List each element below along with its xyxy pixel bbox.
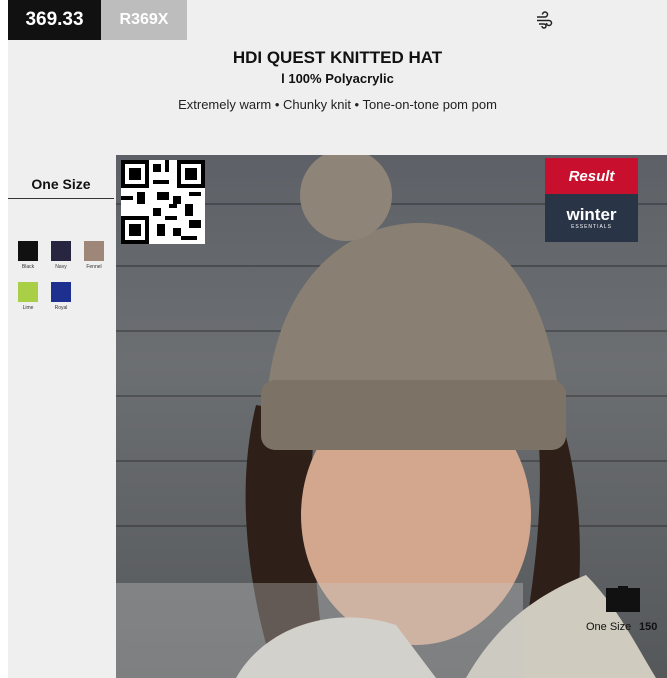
colour-label-fennel: Fennel (86, 264, 102, 270)
winter-logo-subtitle: ESSENTIALS (571, 224, 612, 230)
result-brand-logo: Result (545, 158, 638, 194)
colour-swatch-black (18, 241, 38, 261)
colour-label-lime: Lime (22, 305, 34, 311)
winter-essentials-logo: winter ESSENTIALS (545, 194, 638, 242)
photo-overlay (116, 583, 523, 678)
qr-code[interactable] (121, 160, 205, 244)
box-icon (606, 586, 640, 612)
colour-swatch-royal (51, 282, 71, 302)
colour-swatch-navy (51, 241, 71, 261)
size-divider (8, 198, 114, 199)
colour-label-black: Black (21, 264, 35, 270)
colour-swatch-fennel (84, 241, 104, 261)
pack-quantity: 150 (639, 621, 658, 633)
colour-label-royal: Royal (54, 305, 68, 311)
product-sku: R369X (101, 0, 187, 40)
colour-label-navy: Navy (55, 264, 67, 270)
colour-swatch-lime (18, 282, 38, 302)
winter-logo-word: winter (566, 205, 617, 224)
product-features: Extremely warm • Chunky knit • Tone-on-t… (178, 97, 497, 112)
size-label: One Size (31, 176, 91, 192)
pack-size-label: One Size (586, 621, 632, 633)
product-code: 369.33 (8, 0, 101, 40)
product-material: l 100% Polyacrylic (281, 71, 394, 86)
product-title: HDI QUEST KNITTED HAT (232, 48, 443, 67)
wind-icon (537, 11, 553, 29)
